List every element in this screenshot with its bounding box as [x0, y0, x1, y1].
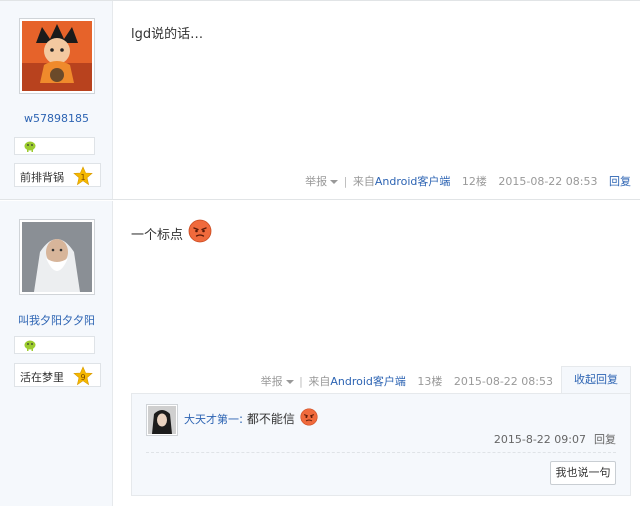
level-star-icon: 9: [73, 366, 93, 386]
rank-badge[interactable]: 前排背锅 1: [14, 163, 101, 187]
divider: |: [299, 375, 303, 388]
post-content: lgd说的话…: [131, 27, 204, 42]
user-avatar[interactable]: [19, 18, 95, 94]
rank-level: 1: [80, 173, 85, 182]
post-floor-13: 叫我夕阳夕夕阳 活在梦里 9 一个标点 举报 | 来自Android客户端 13…: [0, 201, 640, 506]
source-link[interactable]: Android客户端: [375, 173, 451, 189]
rank-title: 前排背锅: [20, 171, 64, 184]
post-tail: 举报 | 来自Android客户端 12楼 2015-08-22 08:53 回…: [305, 173, 631, 189]
sub-reply-line: 大天才第一: 都不能信: [184, 408, 318, 427]
rank-badge[interactable]: 活在梦里 9: [14, 363, 101, 387]
reply-username-link[interactable]: 大天才第一: [184, 413, 239, 426]
reply-link[interactable]: 回复: [609, 173, 631, 189]
post-tail: 举报 | 来自Android客户端 13楼 2015-08-22 08:53: [261, 373, 553, 389]
source-prefix: 来自: [352, 175, 375, 188]
username-link[interactable]: w57898185: [0, 112, 113, 125]
floor-number: 13楼: [417, 375, 443, 388]
source-link[interactable]: Android客户端: [330, 373, 406, 389]
level-star-icon: 1: [73, 166, 93, 186]
sub-reply-panel: 大天才第一: 都不能信 2015-8-22 09:07 回复 我也说一句: [131, 393, 631, 496]
floor-number: 12楼: [461, 175, 487, 188]
reply-reply-link[interactable]: 回复: [594, 433, 616, 446]
report-link[interactable]: 举报: [261, 373, 294, 389]
angry-face-emoji-icon: [300, 408, 318, 426]
report-link[interactable]: 举报: [305, 173, 339, 189]
post-time: 2015-08-22 08:53: [453, 375, 553, 388]
user-avatar[interactable]: [19, 219, 95, 295]
collapse-replies-button[interactable]: 收起回复: [561, 366, 631, 394]
reply-text: 都不能信: [246, 412, 295, 426]
caret-down-icon: [285, 380, 294, 384]
avatar-image: [22, 21, 92, 91]
level-badge[interactable]: [14, 336, 95, 354]
user-sidebar: 叫我夕阳夕夕阳 活在梦里 9: [0, 201, 113, 506]
source-prefix: 来自: [308, 375, 331, 388]
angry-face-emoji-icon: [188, 219, 212, 243]
user-sidebar: w57898185 前排背锅 1: [0, 1, 113, 199]
rank-level: 9: [80, 373, 85, 382]
reply-meta: 2015-8-22 09:07 回复: [494, 431, 616, 447]
post-content: 一个标点: [131, 219, 212, 243]
level-badge[interactable]: [14, 137, 95, 155]
reply-divider: [146, 452, 616, 453]
rank-title: 活在梦里: [20, 371, 64, 384]
avatar-image: [148, 406, 176, 434]
green-smile-icon: [24, 141, 36, 152]
avatar-image: [22, 222, 92, 292]
post-time: 2015-08-22 08:53: [498, 175, 598, 188]
post-floor-12: w57898185 前排背锅 1 lgd说的话… 举报 | 来自Android客…: [0, 0, 640, 200]
username-link[interactable]: 叫我夕阳夕夕阳: [0, 312, 113, 328]
add-reply-button[interactable]: 我也说一句: [550, 461, 616, 485]
reply-separator: :: [239, 412, 244, 426]
post-text: 一个标点: [131, 228, 184, 243]
green-smile-icon: [24, 340, 36, 351]
reply-time: 2015-8-22 09:07: [493, 433, 586, 446]
reply-user-avatar[interactable]: [146, 404, 178, 436]
caret-down-icon: [330, 180, 339, 184]
divider: |: [343, 175, 348, 188]
